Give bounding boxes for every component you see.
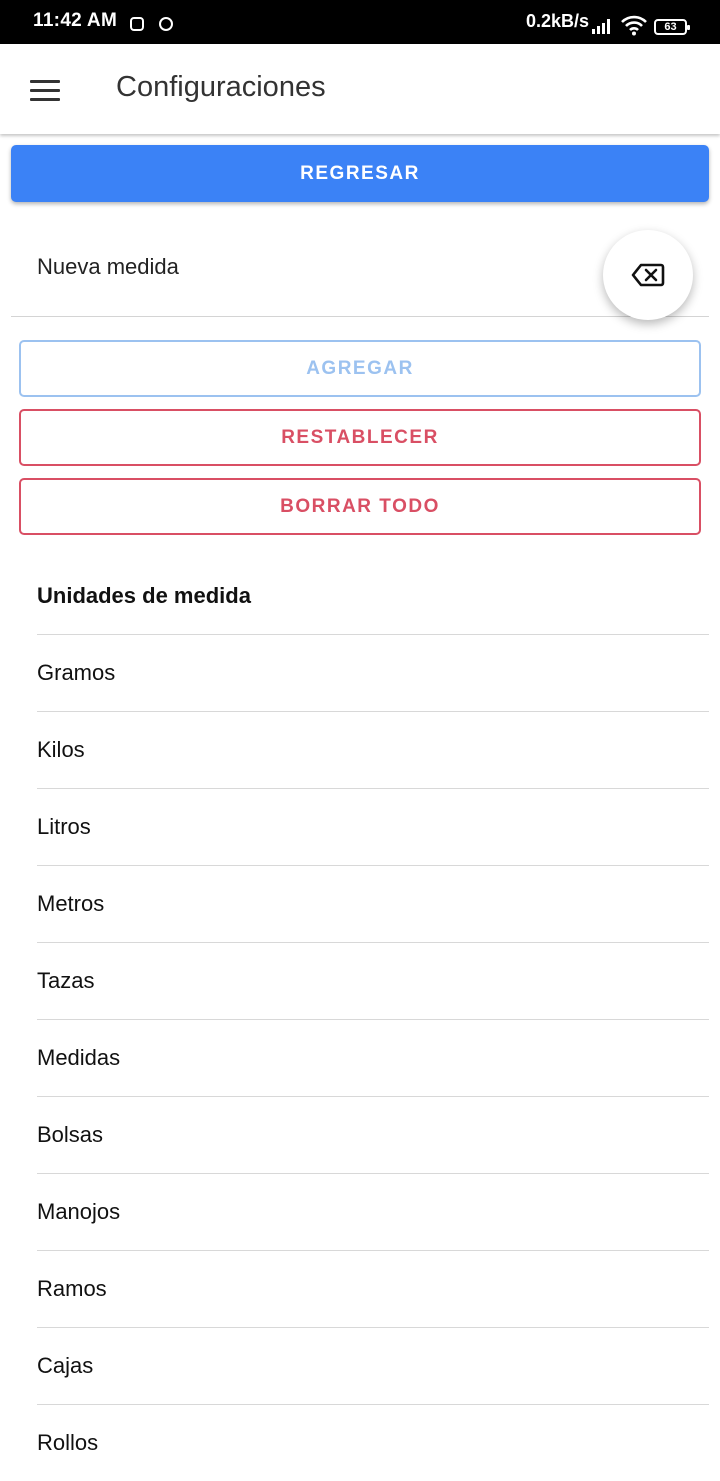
page-title: Configuraciones [116,71,326,103]
list-item[interactable]: Cajas [37,1327,709,1404]
notification-icon [159,17,173,31]
wifi-icon [621,15,647,36]
list-item[interactable]: Bolsas [37,1096,709,1173]
hamburger-menu-icon[interactable] [30,80,60,102]
clear-input-button[interactable] [603,230,693,320]
app-bar: Configuraciones [0,44,720,134]
list-item[interactable]: Kilos [37,711,709,788]
add-button[interactable]: AGREGAR [19,340,701,397]
signal-icon [592,16,614,34]
reset-button[interactable]: RESTABLECER [19,409,701,466]
battery-icon: 63 [654,19,690,35]
list-item[interactable]: Metros [37,865,709,942]
status-time: 11:42 AM [33,10,118,31]
back-button[interactable]: REGRESAR [11,145,709,202]
list-item[interactable]: Gramos [37,634,709,711]
backspace-clear-icon [631,263,665,287]
list-item[interactable]: Litros [37,788,709,865]
network-speed: 0.2kB/s [526,11,590,31]
units-section-title: Unidades de medida [37,583,251,608]
status-bar: 11:42 AM 0.2kB/s 63 [0,0,720,44]
list-item[interactable]: Ramos [37,1250,709,1327]
list-item[interactable]: Manojos [37,1173,709,1250]
clear-all-button[interactable]: BORRAR TODO [19,478,701,535]
list-item[interactable]: Tazas [37,942,709,1019]
list-item[interactable]: Rollos [37,1404,709,1481]
units-list: Gramos Kilos Litros Metros Tazas Medidas… [37,634,709,1481]
list-item[interactable]: Medidas [37,1019,709,1096]
notification-icon [130,17,144,31]
